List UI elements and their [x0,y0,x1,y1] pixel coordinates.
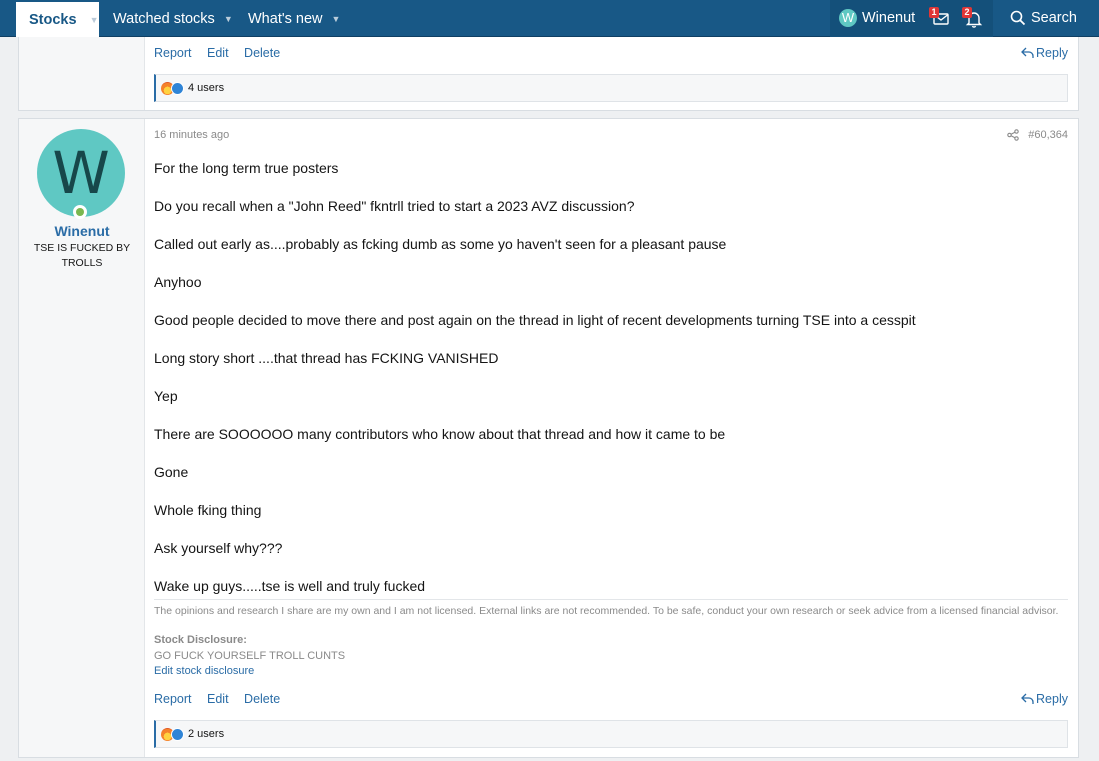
stock-disclosure-text: GO FUCK YOURSELF TROLL CUNTS [154,650,346,662]
post-paragraph: Gone [154,464,189,480]
reply-label: Reply [1036,46,1068,60]
thumbs-up-icon [171,81,184,95]
post-actions: Report Edit Delete Reply [154,692,1068,708]
delete-link[interactable]: Delete [244,46,280,60]
search-icon [1010,10,1026,26]
reactions-count[interactable]: 2 users [188,728,224,740]
post-paragraph: For the long term true posters [154,160,339,176]
tab-stocks[interactable]: Stocks ▼ [16,2,99,37]
thumbs-up-icon [171,727,184,741]
tab-watched-stocks-label: Watched stocks [113,10,215,27]
alerts-badge: 2 [962,7,972,18]
reactions-bar[interactable]: 2 users [154,720,1068,748]
post-paragraph: Yep [154,388,178,404]
edit-link[interactable]: Edit [207,692,229,706]
post-main: Report Edit Delete Reply 4 users [154,37,1068,111]
author-name[interactable]: Winenut [19,223,145,239]
post-paragraph: There are SOOOOOO many contributors who … [154,426,726,442]
author-title: TSE IS FUCKED BY TROLLS [33,242,131,269]
share-icon[interactable] [1007,129,1019,141]
avatar[interactable]: W [37,129,125,217]
edit-disclosure-link[interactable]: Edit stock disclosure [154,665,254,677]
post-paragraph: Ask yourself why??? [154,540,283,556]
top-navigation-bar: Stocks ▼ Watched stocks ▼ What's new ▼ W… [0,0,1099,37]
chevron-down-icon[interactable]: ▼ [332,14,341,24]
post-timestamp[interactable]: 16 minutes ago [154,129,229,141]
post-paragraph: Long story short ....that thread has FCK… [154,350,499,366]
post: W Winenut TSE IS FUCKED BY TROLLS 16 min… [18,118,1079,758]
online-status-icon [73,205,87,219]
reply-label: Reply [1036,692,1068,706]
inbox-badge: 1 [929,7,939,18]
post-actions: Report Edit Delete Reply [154,46,1068,62]
edit-link[interactable]: Edit [207,46,229,60]
reply-button[interactable]: Reply [1021,692,1068,706]
report-link[interactable]: Report [154,692,192,706]
delete-link[interactable]: Delete [244,692,280,706]
nav-username[interactable]: Winenut [862,10,915,26]
user-menu[interactable]: W Winenut 1 2 [830,0,993,37]
post-meta: #60,364 [1007,129,1068,141]
reply-button[interactable]: Reply [1021,46,1068,60]
reaction-icons [161,81,184,95]
post-main: 16 minutes ago #60,364 For the long term… [154,119,1068,759]
post-paragraph: Called out early as....probably as fckin… [154,236,727,252]
tab-stocks-label: Stocks [29,11,77,28]
post-paragraph: Anyhoo [154,274,202,290]
chevron-down-icon[interactable]: ▼ [90,15,99,25]
reply-icon [1021,693,1034,704]
disclaimer-text: The opinions and research I share are my… [154,599,1068,617]
reactions-bar[interactable]: 4 users [154,74,1068,102]
user-arrow [145,135,154,153]
post-paragraph: Good people decided to move there and po… [154,312,916,328]
chevron-down-icon[interactable]: ▼ [224,14,233,24]
post-paragraph: Do you recall when a "John Reed" fkntrll… [154,198,635,214]
reaction-icons [161,727,184,741]
avatar: W [839,9,857,27]
tab-watched-stocks[interactable]: Watched stocks ▼ [113,0,233,37]
tab-whats-new-label: What's new [248,10,323,27]
search-button[interactable]: Search [1010,10,1077,26]
report-link[interactable]: Report [154,46,192,60]
post-number[interactable]: #60,364 [1028,129,1068,141]
tab-whats-new[interactable]: What's new ▼ [248,0,340,37]
reply-icon [1021,47,1034,58]
post-user-column [19,37,145,110]
reactions-count[interactable]: 4 users [188,82,224,94]
stock-disclosure-heading: Stock Disclosure: [154,634,247,646]
post-previous: Report Edit Delete Reply 4 users [18,37,1079,111]
post-paragraph: Whole fking thing [154,502,262,518]
inbox-button[interactable]: 1 [929,7,950,28]
alerts-button[interactable]: 2 [962,7,983,28]
post-body: For the long term true posters Do you re… [154,159,916,615]
post-user-column: W Winenut TSE IS FUCKED BY TROLLS [19,119,154,757]
search-label: Search [1031,10,1077,26]
